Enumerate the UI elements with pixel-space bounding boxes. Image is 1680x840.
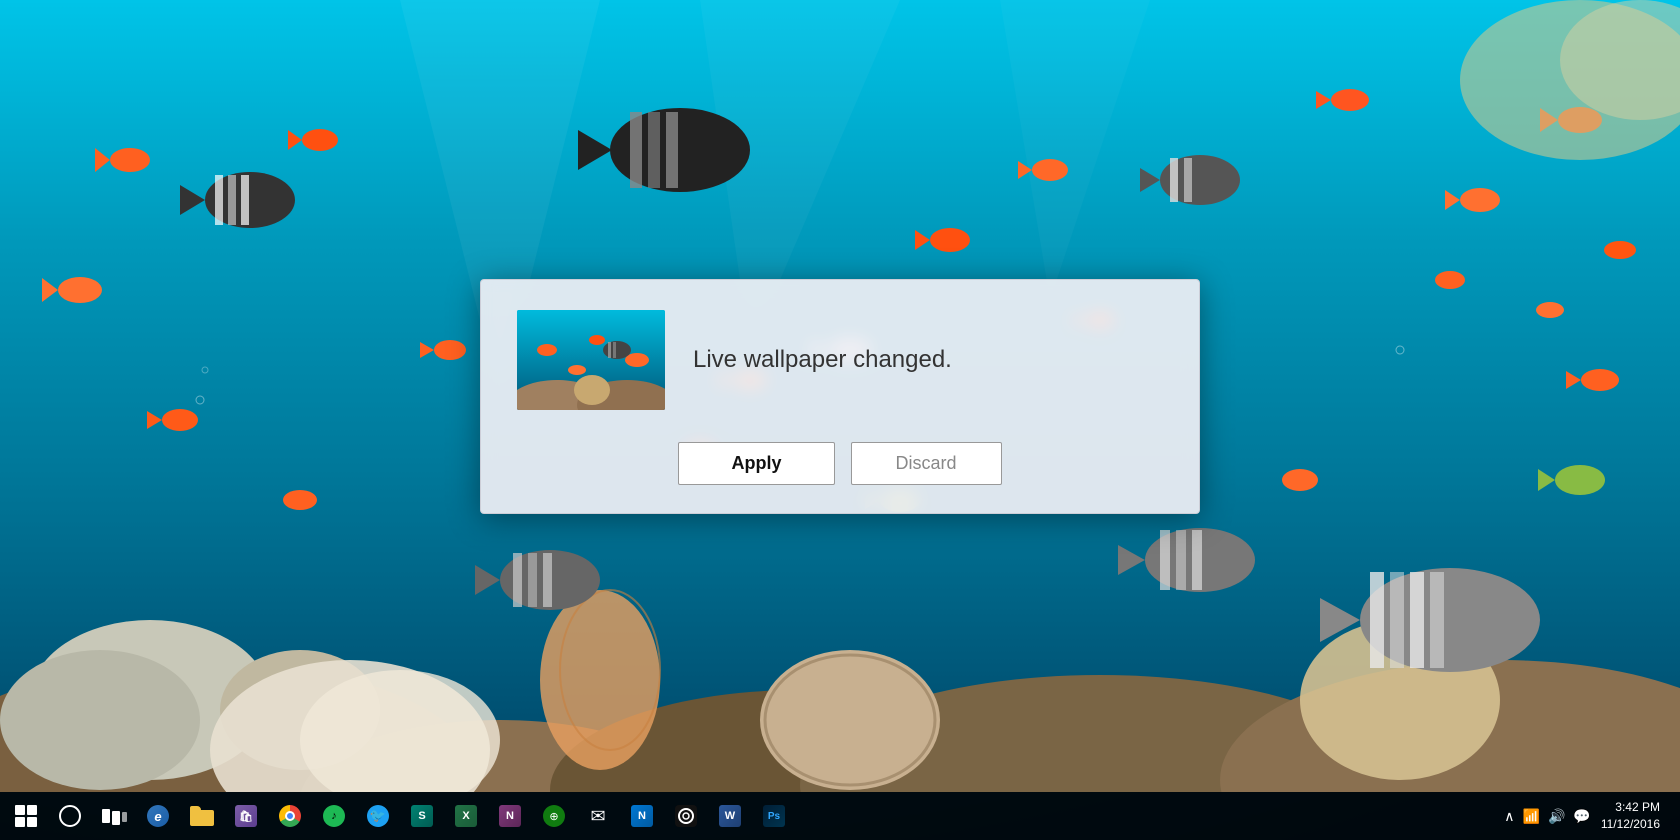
photoshop-icon: Ps (763, 805, 785, 827)
chrome-button[interactable] (268, 794, 312, 838)
xbox-button[interactable]: ⊕ (532, 794, 576, 838)
onenote-button[interactable]: N (488, 794, 532, 838)
chrome-icon (279, 805, 301, 827)
tray-icon-chevron[interactable]: ∧ (1502, 808, 1516, 825)
wallpaper-changed-dialog: Live wallpaper changed. Apply Discard (480, 279, 1200, 514)
task-view-button[interactable] (92, 794, 136, 838)
clock-date: 11/12/2016 (1601, 816, 1660, 833)
spotify-icon: ♪ (323, 805, 345, 827)
twitter-button[interactable]: 🐦 (356, 794, 400, 838)
store-button[interactable]: 🛍 (224, 794, 268, 838)
discard-button[interactable]: Discard (851, 442, 1002, 485)
mail-button[interactable]: ✉ (576, 794, 620, 838)
network-icon[interactable]: 📶 (1521, 808, 1542, 825)
xbox-icon: ⊕ (543, 805, 565, 827)
system-tray: ∧ 📶 🔊 💬 (1502, 808, 1593, 825)
mail-icon: ✉ (590, 806, 605, 827)
cortana-search-button[interactable] (48, 794, 92, 838)
sway-icon: S (411, 805, 433, 827)
task-view-icon (102, 807, 127, 825)
wallpaper-thumbnail (517, 310, 665, 410)
start-button[interactable] (4, 794, 48, 838)
dialog-message: Live wallpaper changed. (693, 346, 952, 374)
sonos-icon (675, 805, 697, 827)
word-icon: W (719, 805, 741, 827)
dialog-buttons: Apply Discard (517, 442, 1163, 485)
dialog-content: Live wallpaper changed. (517, 310, 1163, 410)
excel-button[interactable]: X (444, 794, 488, 838)
dialog-overlay: Live wallpaper changed. Apply Discard (0, 0, 1680, 792)
onenote-icon: N (499, 805, 521, 827)
folder-icon (190, 806, 214, 826)
spotify-button[interactable]: ♪ (312, 794, 356, 838)
clock-time: 3:42 PM (1601, 799, 1660, 816)
store-icon: 🛍 (235, 805, 257, 827)
file-explorer-button[interactable] (180, 794, 224, 838)
action-center-icon[interactable]: 💬 (1571, 808, 1592, 825)
search-circle-icon (59, 805, 81, 827)
edge-icon: e (147, 805, 169, 827)
photoshop-button[interactable]: Ps (752, 794, 796, 838)
windows-logo-icon (15, 805, 37, 827)
notepad-icon: N (631, 805, 653, 827)
volume-icon[interactable]: 🔊 (1546, 808, 1567, 825)
edge-button[interactable]: e (136, 794, 180, 838)
system-clock[interactable]: 3:42 PM 11/12/2016 (1601, 799, 1668, 833)
sonos-button[interactable] (664, 794, 708, 838)
apply-button[interactable]: Apply (678, 442, 834, 485)
excel-icon: X (455, 805, 477, 827)
taskbar: e 🛍 ♪ 🐦 S X N ⊕ ✉ N (0, 792, 1680, 840)
word-button[interactable]: W (708, 794, 752, 838)
notification-area: ∧ 📶 🔊 💬 3:42 PM 11/12/2016 (1502, 799, 1676, 833)
n-app-button[interactable]: N (620, 794, 664, 838)
sway-button[interactable]: S (400, 794, 444, 838)
twitter-icon: 🐦 (367, 805, 389, 827)
